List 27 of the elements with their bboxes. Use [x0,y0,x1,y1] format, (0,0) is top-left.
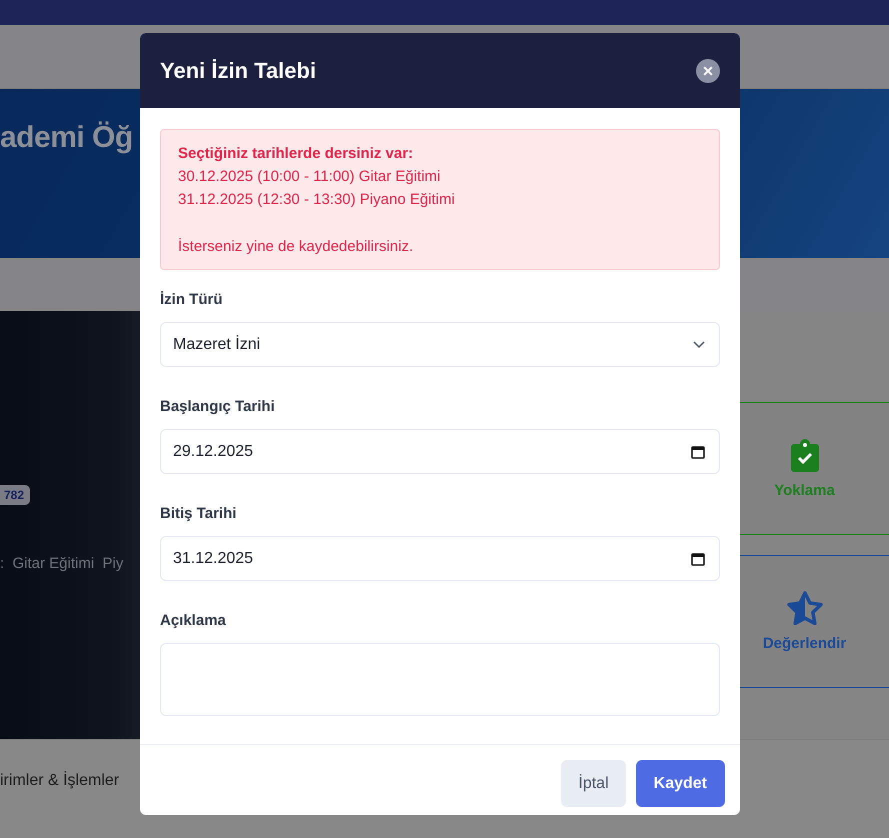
field-label: İzin Türü [160,291,224,308]
star-icon [786,591,822,625]
date-field[interactable]: 31.12.2025 [160,536,720,581]
course-list: : Gitar Eğitimi Piy [0,555,140,572]
conflict-line: 31.12.2025 (12:30 - 13:30) Piyano Eğitimi [178,191,456,208]
calendar-icon [691,552,705,566]
student-number: 782 [0,485,30,505]
close-button[interactable]: × [696,58,720,82]
clipboard-check-icon [790,438,818,472]
chevron-down-icon [693,340,705,348]
select-field[interactable]: Mazeret İzni [160,322,720,367]
save-button[interactable]: Kaydet [636,760,725,807]
alert-note: İsterseniz yine de kaydedebilirsiniz. [178,238,414,255]
field-label: Bitiş Tarihi [160,505,238,522]
action-label: Değerlendir [762,635,846,652]
field-label: Başlangıç Tarihi [160,398,276,415]
section-title: irimler & İşlemler [0,772,120,790]
description-field[interactable] [160,643,720,716]
date-field[interactable]: 29.12.2025 [160,429,720,474]
cancel-button[interactable]: İptal [561,760,626,807]
calendar-icon [691,444,705,458]
conflict-line: 30.12.2025 (10:00 - 11:00) Gitar Eğitimi [178,168,442,185]
action-label: Yoklama [774,482,835,499]
hero-title: ademi Öğ [0,121,133,155]
alert-heading: Seçtiğiniz tarihlerde dersiniz var: [178,145,414,162]
field-label: Açıklama [160,612,227,629]
dialog-title: Yeni İzin Talebi [160,58,316,84]
